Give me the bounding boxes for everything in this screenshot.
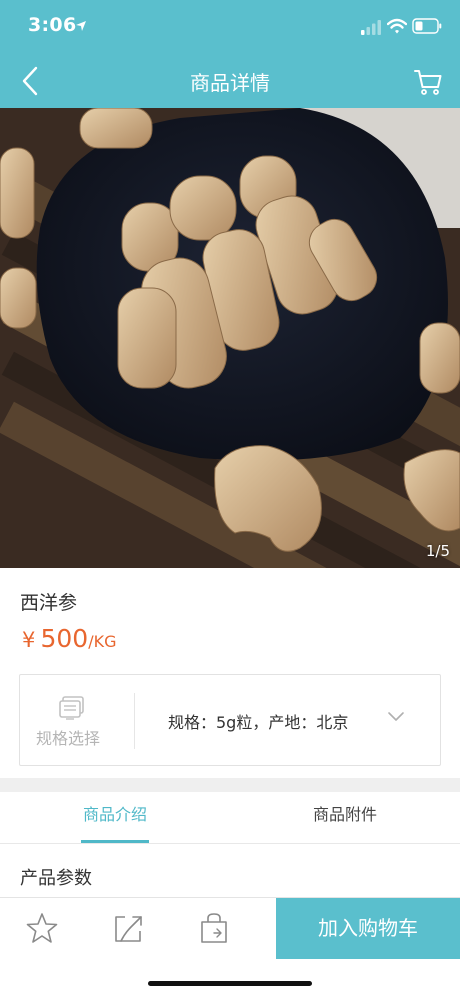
share-button[interactable]: [110, 910, 146, 946]
product-image: [0, 108, 460, 568]
bottom-action-bar: 加入购物车: [0, 897, 460, 959]
status-time: 3:06: [28, 14, 77, 36]
active-tab-indicator: [81, 840, 149, 843]
shop-button[interactable]: [196, 910, 232, 946]
image-counter: 1/5: [425, 542, 450, 560]
spec-selector: 规格选择 规格：5g粒，产地：北京: [19, 674, 441, 766]
product-price: ¥ 500/KG: [22, 624, 116, 653]
spec-summary: 规格：5g粒，产地：北京: [168, 713, 349, 732]
wifi-icon: [387, 18, 407, 34]
price-value: 500: [40, 624, 89, 653]
shop-bag-icon: [201, 913, 227, 943]
navigation-bar: 商品详情: [0, 54, 460, 108]
spec-select-label: 规格选择: [36, 729, 101, 748]
star-icon: [26, 913, 58, 943]
shopping-cart-icon: [414, 70, 442, 95]
app-header: 3:06 商品详情: [0, 0, 460, 108]
page-title: 商品详情: [190, 71, 270, 95]
battery-icon: [412, 18, 442, 34]
spec-divider: [134, 693, 135, 749]
tab-product-attachments[interactable]: 商品附件: [230, 792, 460, 844]
spec-layers-icon: [59, 696, 84, 720]
product-image-gallery[interactable]: 1/5: [0, 108, 460, 568]
detail-tabs: 商品介绍 商品附件: [0, 792, 460, 844]
section-divider: [0, 778, 460, 792]
price-currency: ¥: [22, 628, 36, 652]
price-unit: /KG: [88, 632, 117, 651]
section-title-params: 产品参数: [20, 868, 92, 889]
cellular-signal-icon: [361, 20, 381, 35]
spec-select-button[interactable]: 规格选择: [20, 675, 134, 765]
add-to-cart-button[interactable]: 加入购物车: [276, 898, 460, 959]
product-name: 西洋参: [20, 592, 78, 614]
tab-product-intro[interactable]: 商品介绍: [0, 792, 230, 844]
chevron-down-icon[interactable]: [387, 711, 405, 723]
share-icon: [115, 916, 142, 942]
home-indicator: [148, 981, 312, 986]
location-arrow-icon: [76, 21, 86, 31]
cart-button[interactable]: [408, 62, 448, 100]
favorite-button[interactable]: [24, 910, 60, 946]
status-bar: 3:06: [0, 0, 460, 54]
